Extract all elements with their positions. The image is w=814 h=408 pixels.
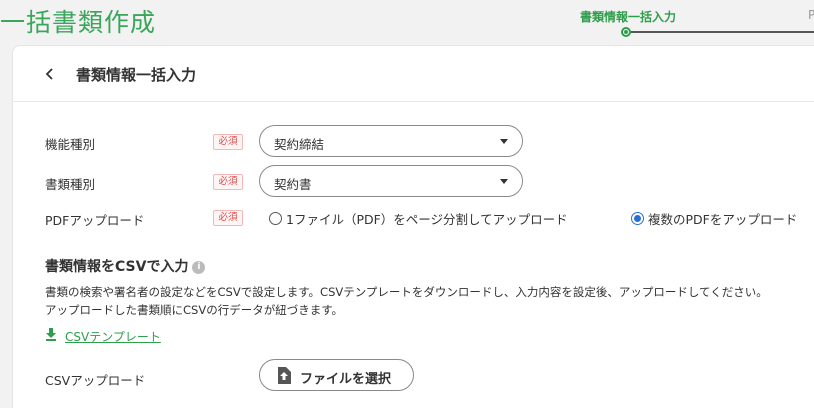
select-file-label: ファイルを選択 (300, 372, 392, 387)
step-next-label: P (808, 8, 814, 22)
step-current-label: 書類情報一括入力 (580, 10, 677, 24)
csv-upload-row: CSVアップロード (13, 364, 814, 398)
radio-label-multiple: 複数のPDFをアップロード (648, 212, 798, 227)
radio-button-checked[interactable] (631, 212, 644, 225)
caret-down-icon (500, 179, 508, 184)
required-badge: 必須 (213, 134, 243, 150)
chevron-left-icon[interactable] (43, 64, 59, 84)
step-current-dot (621, 27, 631, 37)
function-type-value: 契約締結 (274, 137, 325, 152)
csv-template-text[interactable]: CSVテンプレート (65, 330, 161, 344)
document-type-select[interactable]: 契約書 (259, 165, 523, 197)
radio-button[interactable] (269, 212, 282, 225)
csv-section-title-text: 書類情報をCSVで入力 (45, 259, 189, 275)
radio-label-split: 1ファイル（PDF）をページ分割してアップロード (286, 212, 568, 227)
csv-section-title: 書類情報をCSVで入力 i (45, 256, 206, 276)
function-type-select[interactable]: 契約締結 (259, 125, 523, 157)
document-type-value: 契約書 (274, 177, 312, 192)
step-line (625, 31, 814, 33)
document-type-label: 書類種別 (45, 177, 96, 192)
pdf-upload-row: PDFアップロード 必須 1ファイル（PDF）をページ分割してアップロード 複数… (13, 201, 814, 235)
select-file-button[interactable]: ファイルを選択 (259, 359, 414, 391)
csv-upload-label: CSVアップロード (45, 373, 146, 388)
document-type-row: 書類種別 必須 契約書 (13, 165, 814, 199)
required-badge: 必須 (213, 174, 243, 190)
function-type-label: 機能種別 (45, 137, 96, 152)
csv-description-line1: 書類の検索や署名者の設定などをCSVで設定します。CSVテンプレートをダウンロー… (45, 285, 768, 299)
info-icon[interactable]: i (192, 260, 206, 274)
csv-description-line2: アップロードした書類順にCSVの行データが紐づきます。 (45, 303, 344, 317)
header-title: 書類情報一括入力 (76, 66, 197, 84)
required-badge: 必須 (213, 210, 243, 226)
caret-down-icon (500, 139, 508, 144)
radio-option-multiple[interactable]: 複数のPDFをアップロード (631, 208, 797, 228)
radio-option-split[interactable]: 1ファイル（PDF）をページ分割してアップロード (269, 208, 568, 228)
progress-stepper: 書類情報一括入力 P (560, 0, 814, 40)
file-upload-icon (277, 367, 291, 384)
card-header: 書類情報一括入力 (13, 46, 814, 102)
pdf-upload-label: PDFアップロード (45, 213, 145, 228)
function-type-row: 機能種別 必須 契約締結 (13, 125, 814, 159)
download-icon (45, 328, 61, 344)
page-title: 一括書類作成 (0, 8, 157, 37)
csv-template-link[interactable]: CSVテンプレート (45, 326, 161, 345)
form-card: 書類情報一括入力 機能種別 必須 契約締結 書類種別 必須 契約書 PDFアップ… (12, 45, 814, 408)
